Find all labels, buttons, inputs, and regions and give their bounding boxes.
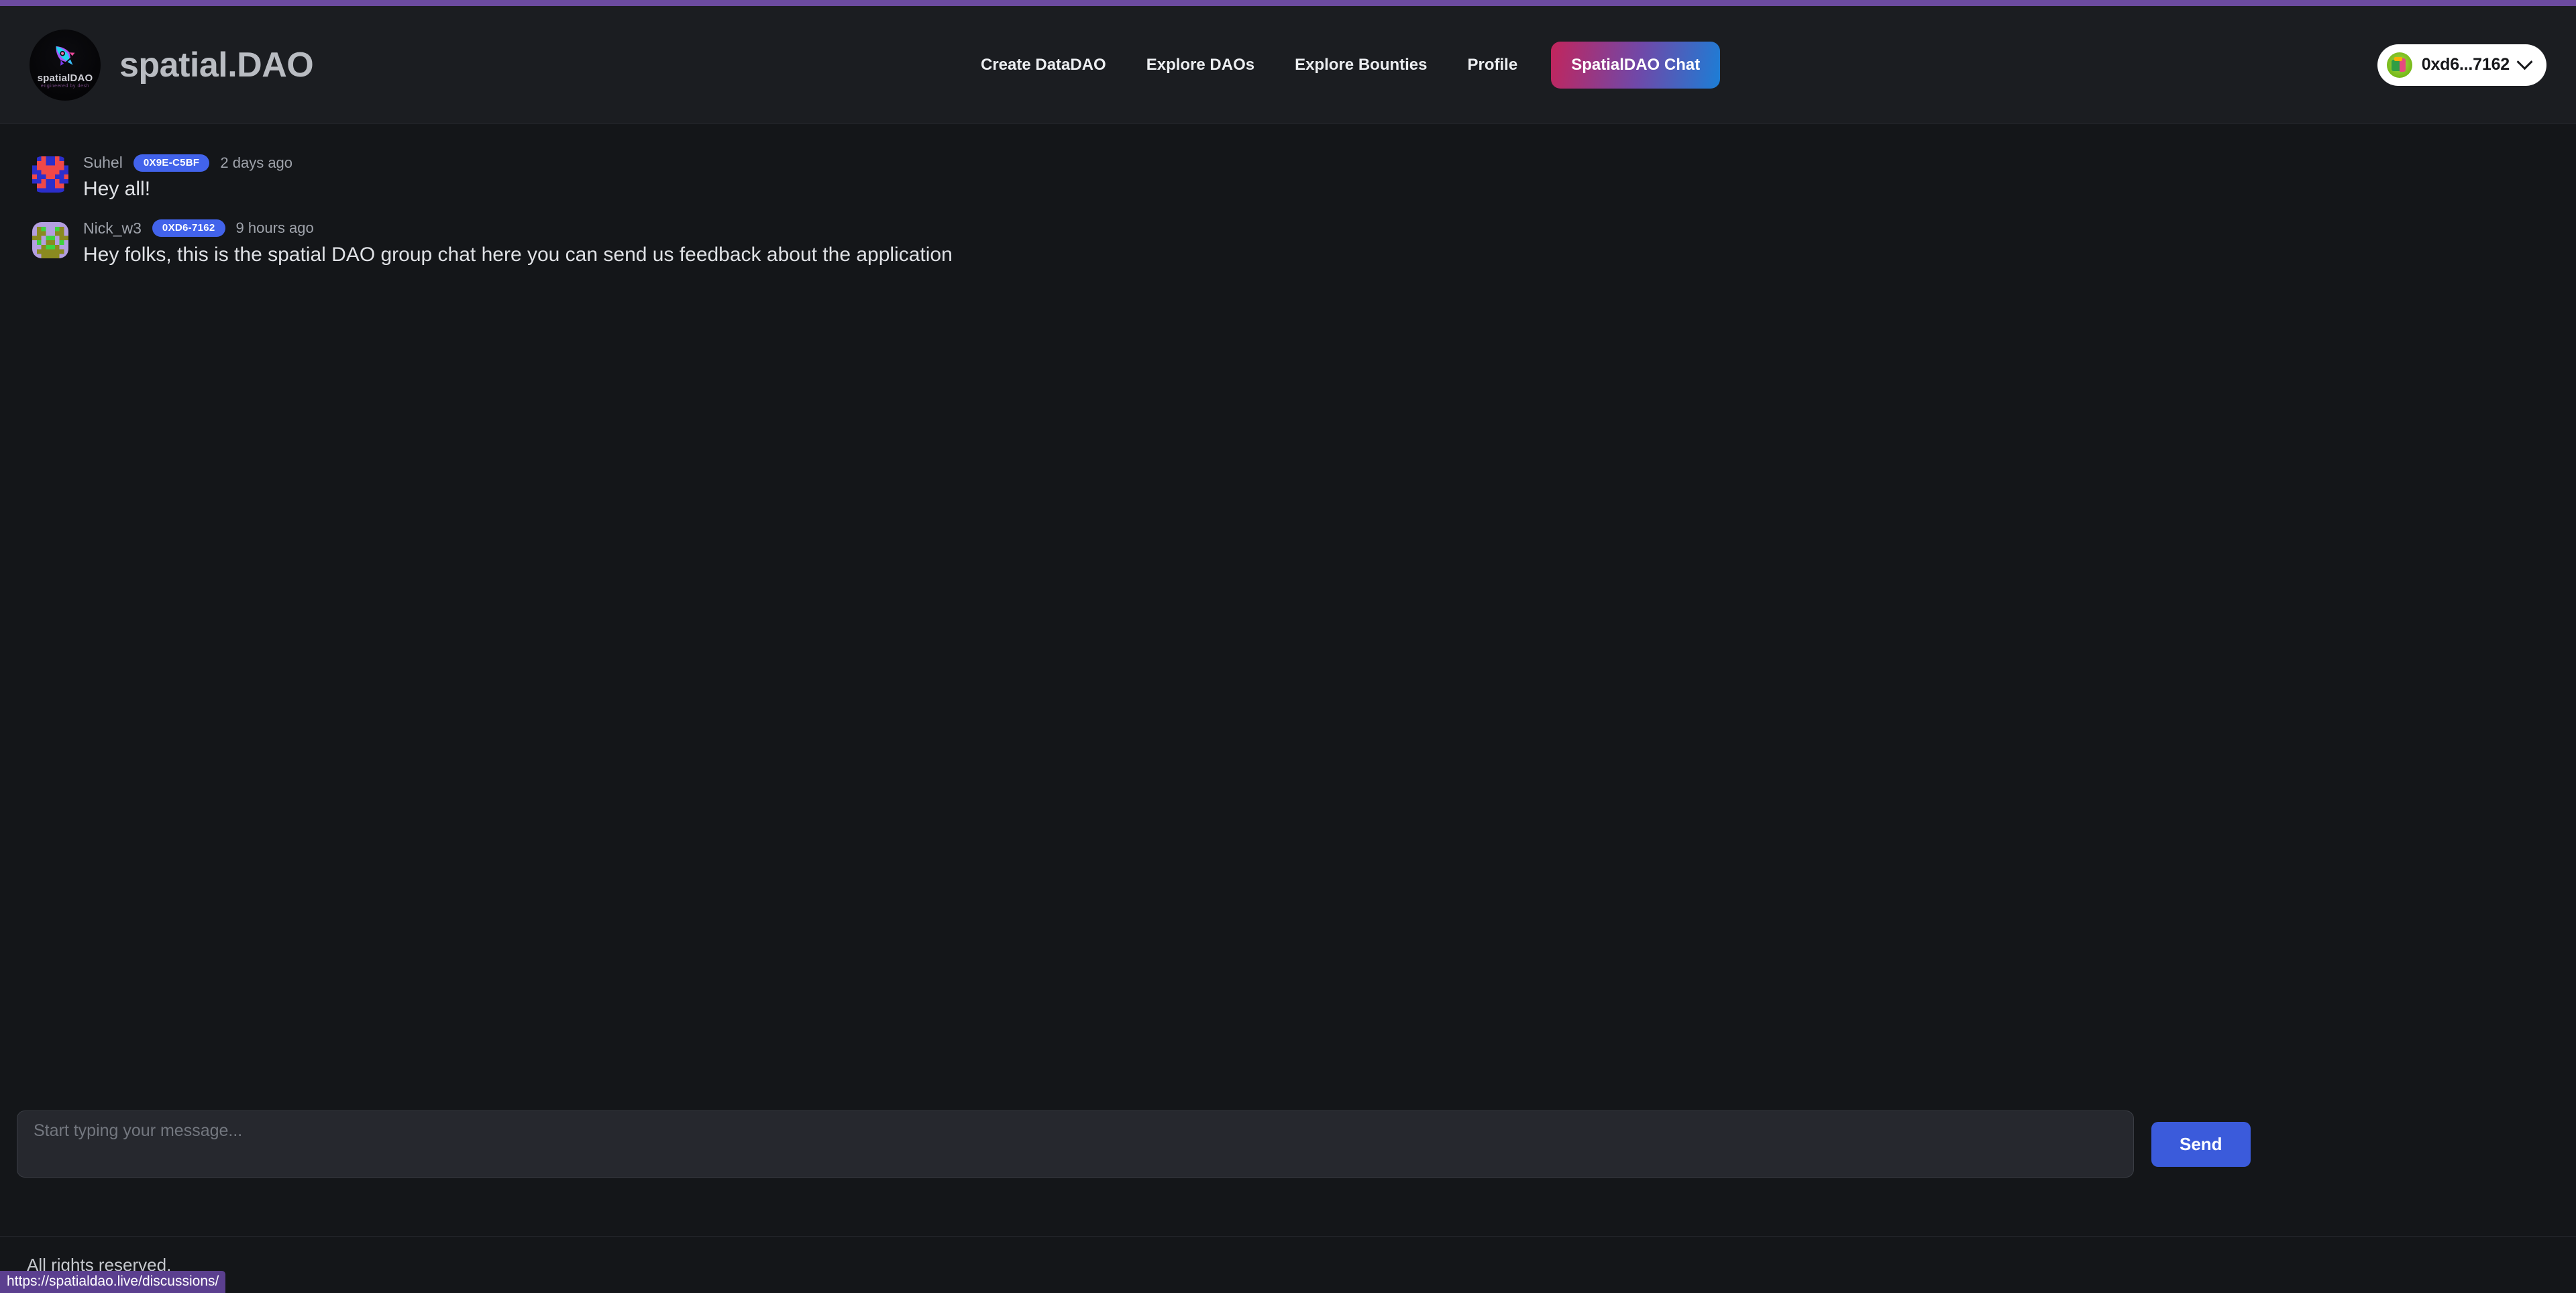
spatialdao-logo: spatialDAO engineered by desh	[30, 29, 101, 101]
send-button[interactable]: Send	[2151, 1121, 2251, 1167]
message-meta: Suhel 0X9E-C5BF 2 days ago	[83, 154, 292, 172]
message-composer: Send	[0, 1102, 2576, 1186]
rocket-icon	[56, 46, 75, 66]
message-text: Hey folks, this is the spatial DAO group…	[83, 243, 953, 266]
wallet-button[interactable]: 0xd6...7162	[2377, 44, 2546, 86]
message-author: Nick_w3	[83, 219, 142, 237]
message-input[interactable]	[17, 1110, 2134, 1178]
wallet-avatar-icon	[2386, 52, 2412, 78]
message-meta: Nick_w3 0XD6-7162 9 hours ago	[83, 219, 953, 238]
brand[interactable]: spatialDAO engineered by desh spatial.DA…	[30, 29, 314, 101]
message-body: Nick_w3 0XD6-7162 9 hours ago Hey folks,…	[83, 219, 953, 268]
nav-item-create-datadao[interactable]: Create DataDAO	[961, 6, 1126, 124]
message-body: Suhel 0X9E-C5BF 2 days ago Hey all!	[83, 154, 292, 202]
chevron-down-icon	[2516, 54, 2533, 70]
message-address-badge: 0X9E-C5BF	[133, 154, 210, 172]
top-accent-strip	[0, 0, 2576, 6]
nav-item-explore-daos[interactable]: Explore DAOs	[1126, 6, 1275, 124]
browser-status-url: https://spatialdao.live/discussions/	[0, 1271, 226, 1293]
brand-title: spatial.DAO	[119, 45, 314, 85]
nav-item-profile[interactable]: Profile	[1448, 6, 1538, 124]
chat-message: Nick_w3 0XD6-7162 9 hours ago Hey folks,…	[0, 219, 2576, 285]
wallet-address: 0xd6...7162	[2421, 55, 2510, 74]
chat-message: Suhel 0X9E-C5BF 2 days ago Hey all!	[0, 154, 2576, 219]
site-footer: All rights reserved.	[0, 1236, 2576, 1293]
avatar	[32, 221, 68, 258]
nav-item-explore-bounties[interactable]: Explore Bounties	[1275, 6, 1447, 124]
message-address-badge: 0XD6-7162	[152, 219, 225, 237]
logo-wordmark: spatialDAO	[37, 72, 93, 85]
main-nav: Create DataDAO Explore DAOs Explore Boun…	[961, 6, 1721, 124]
message-timestamp: 2 days ago	[220, 154, 293, 171]
message-timestamp: 9 hours ago	[235, 219, 314, 236]
nav-item-spatialdao-chat[interactable]: SpatialDAO Chat	[1551, 42, 1721, 89]
message-author: Suhel	[83, 154, 123, 171]
site-header: spatialDAO engineered by desh spatial.DA…	[0, 6, 2576, 124]
message-text: Hey all!	[83, 178, 151, 200]
avatar	[32, 156, 68, 193]
chat-message-list[interactable]: Suhel 0X9E-C5BF 2 days ago Hey all! Nick…	[0, 124, 2576, 1131]
logo-tagline: engineered by desh	[40, 84, 90, 89]
